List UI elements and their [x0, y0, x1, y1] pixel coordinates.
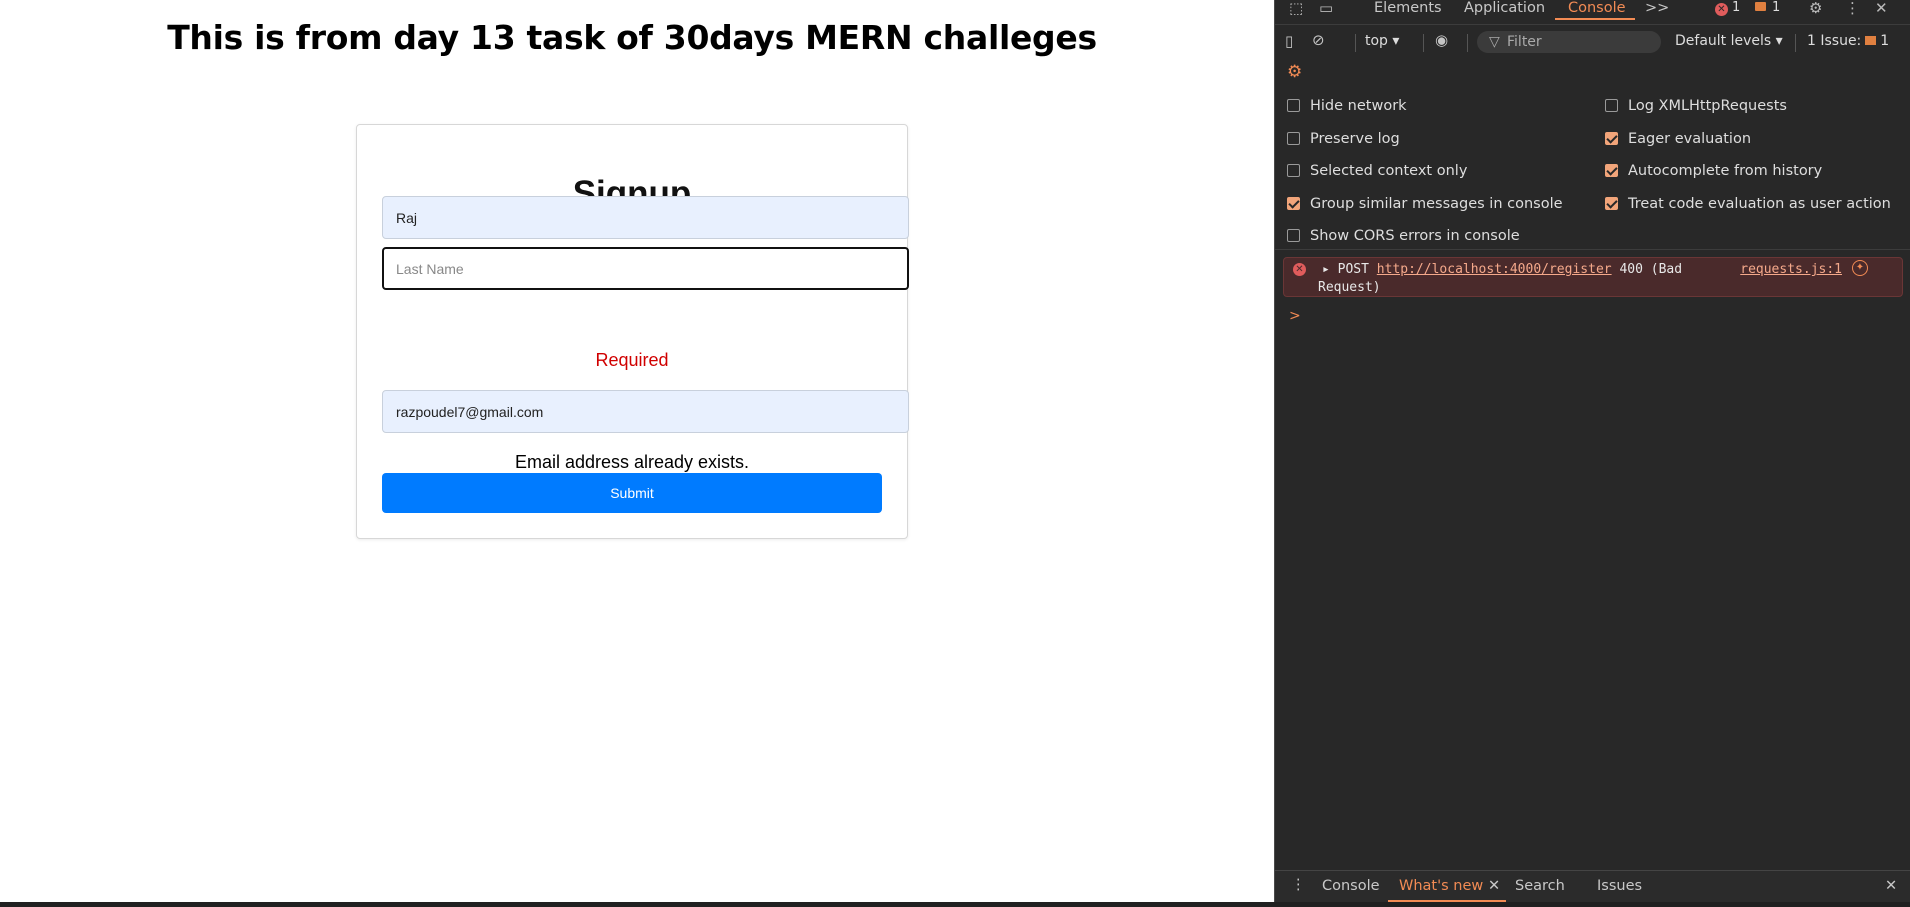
setting-hide-network[interactable]: Hide network [1287, 98, 1407, 114]
issue-icon [1865, 36, 1877, 45]
last-name-error: Required [595, 350, 669, 370]
sidebar-toggle-icon[interactable]: ▯ [1285, 32, 1293, 50]
checkbox[interactable] [1287, 132, 1300, 145]
issues-counter[interactable]: 1 Issue: 1 [1807, 33, 1889, 49]
message-count-badge[interactable]: 1 [1755, 0, 1780, 16]
log-levels-dropdown[interactable]: Default levels ▾ [1675, 33, 1783, 49]
tab-application[interactable]: Application [1464, 0, 1545, 16]
console-prompt[interactable]: > [1289, 308, 1301, 324]
live-expression-eye-icon[interactable]: ◉ [1435, 31, 1448, 49]
close-devtools-icon[interactable]: ✕ [1875, 0, 1888, 16]
inspect-element-icon[interactable]: ⬚ [1289, 0, 1303, 16]
error-count-badge[interactable]: ✕ 1 [1715, 0, 1740, 16]
setting-autocomplete-history[interactable]: Autocomplete from history [1605, 163, 1822, 179]
ai-insights-icon[interactable]: ✦ [1852, 260, 1868, 276]
setting-group-similar[interactable]: Group similar messages in console [1287, 196, 1563, 212]
active-tab-indicator [1555, 18, 1635, 20]
checkbox[interactable] [1287, 229, 1300, 242]
checkbox-checked[interactable] [1605, 132, 1618, 145]
source-file-link[interactable]: requests.js:1 [1740, 262, 1842, 277]
first-name-input[interactable] [382, 196, 909, 239]
setting-log-xhr[interactable]: Log XMLHttpRequests [1605, 98, 1787, 114]
error-line: ▸ POST http://localhost:4000/register 40… [1322, 262, 1683, 277]
last-name-input[interactable] [382, 247, 909, 290]
tab-console[interactable]: Console [1568, 0, 1626, 16]
toolbar-divider [1355, 34, 1356, 52]
console-settings-pane: Hide network Log XMLHttpRequests Preserv… [1275, 92, 1910, 250]
message-icon [1755, 2, 1766, 11]
drawer-tab-issues[interactable]: Issues [1597, 878, 1642, 894]
setting-selected-context-only[interactable]: Selected context only [1287, 163, 1467, 179]
drawer-tab-search[interactable]: Search [1515, 878, 1565, 894]
checkbox[interactable] [1605, 99, 1618, 112]
devtools-panel: ⬚ ▭ Elements Application Console >> ✕ 1 1… [1274, 0, 1910, 902]
checkbox[interactable] [1287, 99, 1300, 112]
device-toolbar-icon[interactable]: ▭ [1319, 0, 1333, 16]
setting-treat-code-eval[interactable]: Treat code evaluation as user action [1605, 196, 1891, 212]
setting-preserve-log[interactable]: Preserve log [1287, 131, 1400, 147]
filter-icon: ▽ [1489, 34, 1500, 50]
request-url-link[interactable]: http://localhost:4000/register [1377, 262, 1612, 277]
console-error-message[interactable]: ✕ ▸ POST http://localhost:4000/register … [1283, 257, 1903, 297]
console-toolbar: ▯ ⊘ top ▾ ◉ ▽ Filter Default levels ▾ 1 … [1275, 24, 1910, 60]
setting-show-cors-errors[interactable]: Show CORS errors in console [1287, 228, 1520, 244]
web-page: This is from day 13 task of 30days MERN … [0, 0, 1274, 902]
error-icon: ✕ [1293, 263, 1306, 276]
toolbar-divider [1795, 34, 1796, 52]
signup-card: Signup Required Email address already ex… [356, 124, 909, 539]
more-tabs-icon[interactable]: >> [1645, 0, 1669, 16]
setting-eager-evaluation[interactable]: Eager evaluation [1605, 131, 1751, 147]
context-selector[interactable]: top ▾ [1365, 33, 1399, 49]
checkbox-checked[interactable] [1287, 197, 1300, 210]
settings-gear-icon[interactable]: ⚙ [1809, 0, 1822, 16]
window-bottom-edge [0, 902, 1910, 907]
toolbar-divider [1423, 34, 1424, 52]
clear-console-icon[interactable]: ⊘ [1312, 31, 1325, 49]
email-error: Email address already exists. [514, 452, 750, 472]
checkbox[interactable] [1287, 164, 1300, 177]
drawer-tab-console[interactable]: Console [1322, 878, 1380, 894]
error-icon: ✕ [1715, 3, 1728, 16]
drawer-tab-whats-new[interactable]: What's new [1399, 878, 1483, 894]
toolbar-divider [1467, 34, 1468, 52]
more-options-icon[interactable]: ⋮ [1845, 0, 1860, 16]
drawer-menu-icon[interactable]: ⋮ [1291, 877, 1306, 893]
tab-elements[interactable]: Elements [1374, 0, 1442, 16]
submit-button[interactable]: Submit [382, 473, 882, 513]
devtools-drawer: ⋮ Console What's new ✕ Search Issues ✕ [1275, 870, 1910, 902]
error-line-continued: Request) [1318, 280, 1381, 295]
email-input[interactable] [382, 390, 909, 433]
page-heading: This is from day 13 task of 30days MERN … [167, 18, 1097, 57]
close-drawer-icon[interactable]: ✕ [1885, 878, 1897, 894]
console-settings-gear-icon[interactable]: ⚙ [1287, 62, 1302, 82]
checkbox-checked[interactable] [1605, 197, 1618, 210]
console-filter-input[interactable]: ▽ Filter [1477, 31, 1661, 53]
close-tab-icon[interactable]: ✕ [1488, 878, 1500, 894]
checkbox-checked[interactable] [1605, 164, 1618, 177]
devtools-tabbar: ⬚ ▭ Elements Application Console >> ✕ 1 1… [1275, 0, 1910, 20]
